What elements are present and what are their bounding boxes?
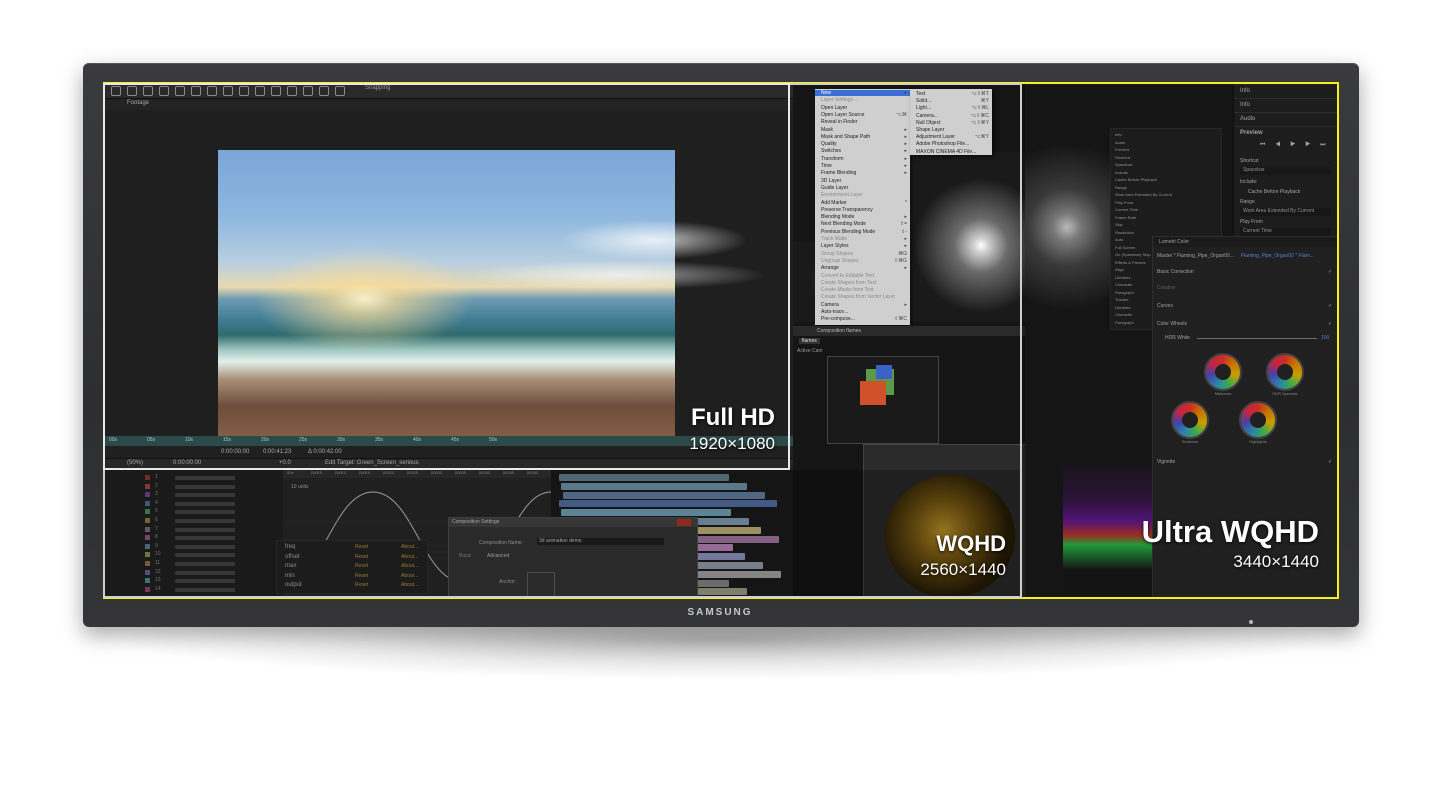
brand-logo: SAMSUNG <box>687 607 753 618</box>
wqhd-title: WQHD <box>936 531 1006 556</box>
full-hd-size: 1920×1080 <box>689 434 775 453</box>
ultra-wqhd-title: Ultra WQHD <box>1141 514 1319 549</box>
wqhd-size: 2560×1440 <box>920 560 1006 579</box>
full-hd-title: Full HD <box>691 404 775 431</box>
ultra-wqhd-size: 3440×1440 <box>1233 552 1319 571</box>
power-led-icon <box>1249 620 1253 624</box>
